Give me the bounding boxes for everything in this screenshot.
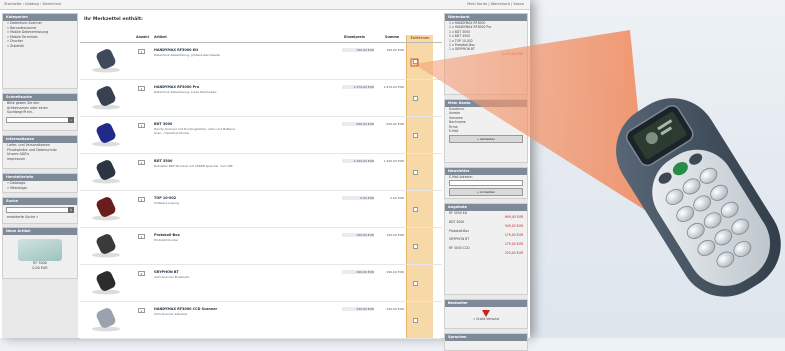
scanner-device-icon [616, 98, 781, 297]
